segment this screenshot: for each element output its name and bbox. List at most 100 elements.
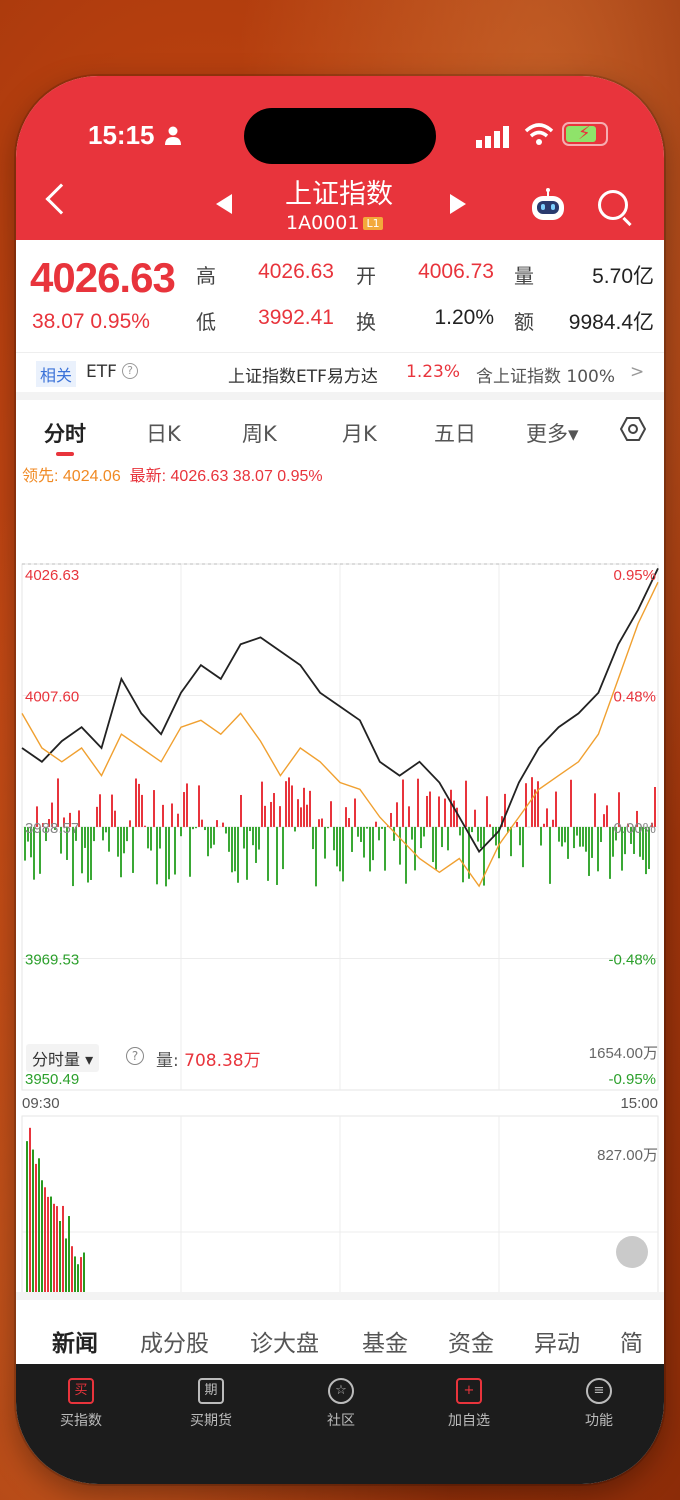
- volume-readout-label: 量:: [156, 1051, 185, 1071]
- y-right-label: -0.95%: [608, 1071, 656, 1088]
- flow-bar: [576, 826, 578, 836]
- flow-bar: [240, 794, 242, 827]
- flow-bar: [171, 803, 173, 827]
- tab-daily-k[interactable]: 日K: [146, 418, 181, 448]
- flow-bar: [318, 819, 320, 827]
- flow-bar: [426, 795, 428, 827]
- flow-bar: [540, 826, 542, 846]
- news-tabs: 新闻 成分股 诊大盘 基金 资金 异动 简况: [16, 1292, 664, 1391]
- settings-icon[interactable]: [620, 416, 646, 442]
- flow-bar: [555, 791, 557, 827]
- volume-help-icon[interactable]: ?: [126, 1047, 144, 1065]
- flow-bar: [453, 800, 455, 827]
- tab-constituents[interactable]: 成分股: [140, 1324, 209, 1358]
- tab-movement[interactable]: 异动: [534, 1324, 580, 1358]
- related-etf-row[interactable]: 相关 ETF ? 上证指数ETF易方达 1.23% 含上证指数 100% >: [16, 352, 664, 392]
- flow-bar: [564, 826, 566, 843]
- flow-bar: [309, 790, 311, 827]
- flow-bar: [279, 806, 281, 827]
- flow-bar: [237, 826, 239, 883]
- flow-bar: [597, 826, 599, 872]
- flow-bar: [408, 806, 410, 827]
- flow-bar: [414, 826, 416, 871]
- flow-bar: [345, 807, 347, 827]
- flow-bar: [579, 826, 581, 847]
- etf-pct: 1.23%: [406, 362, 461, 382]
- flow-bar: [84, 826, 86, 848]
- y-left-label: 3969.53: [25, 952, 79, 969]
- flow-bar: [252, 826, 254, 846]
- flow-bar: [255, 826, 257, 863]
- flow-bar: [396, 802, 398, 827]
- y-right-label: 0.00%: [613, 820, 656, 837]
- quote-panel: 4026.63 38.07 0.95% 高 4026.63 开 4006.73 …: [16, 240, 664, 350]
- tab-monthly-k[interactable]: 月K: [342, 418, 377, 448]
- flow-bar: [567, 826, 569, 859]
- flow-bar: [582, 826, 584, 847]
- flow-bar: [429, 791, 431, 827]
- flow-bar: [321, 818, 323, 827]
- fullscreen-icon[interactable]: [616, 1236, 648, 1268]
- flow-bar: [177, 813, 179, 827]
- search-icon[interactable]: [598, 190, 628, 220]
- flow-bar: [246, 826, 248, 880]
- y-left-label: 3988.57: [25, 820, 79, 837]
- flow-bar: [519, 826, 521, 846]
- back-button[interactable]: [45, 183, 77, 215]
- flow-bar: [189, 826, 191, 877]
- flow-bar: [609, 826, 611, 879]
- low-value: 3992.41: [258, 306, 334, 329]
- tab-five-day[interactable]: 五日: [434, 418, 476, 448]
- flow-bar: [489, 824, 491, 827]
- flow-bar: [354, 798, 356, 827]
- flow-bar: [213, 826, 215, 845]
- flow-bar: [303, 787, 305, 827]
- tab-news[interactable]: 新闻: [52, 1324, 98, 1358]
- flow-bar: [465, 780, 467, 827]
- flow-bar: [195, 826, 197, 829]
- flow-bar: [231, 826, 233, 873]
- flow-bar: [441, 826, 443, 848]
- high-value: 4026.63: [258, 260, 334, 283]
- tab-funds[interactable]: 基金: [362, 1324, 408, 1358]
- tab-diagnosis[interactable]: 诊大盘: [250, 1324, 319, 1358]
- tab-weekly-k[interactable]: 周K: [242, 418, 277, 448]
- battery-icon: ⚡: [562, 122, 608, 146]
- nav-buy-futures[interactable]: 期买期货: [166, 1378, 256, 1430]
- flow-bar: [570, 779, 572, 827]
- latest-value: 最新: 4026.63 38.07 0.95%: [129, 468, 323, 485]
- page-title: 上证指数: [285, 179, 393, 210]
- volume-selector[interactable]: 分时量 ▾: [26, 1044, 100, 1072]
- star-icon: ☆: [328, 1378, 354, 1404]
- nav-buy-index[interactable]: 买买指数: [36, 1378, 126, 1430]
- x-start-label: 09:30: [22, 1095, 60, 1112]
- help-icon[interactable]: ?: [122, 363, 138, 379]
- nav-community[interactable]: ☆ 社区: [296, 1378, 386, 1430]
- flow-bar: [300, 807, 302, 827]
- prev-index-button[interactable]: [216, 194, 232, 214]
- tab-more[interactable]: 更多▾: [526, 418, 579, 448]
- turnover-label: 换: [356, 310, 376, 334]
- tab-capital[interactable]: 资金: [448, 1324, 494, 1358]
- nav-functions[interactable]: ≡ 功能: [554, 1378, 644, 1430]
- flow-bar: [282, 826, 284, 870]
- flow-bar: [330, 801, 332, 827]
- amount-label: 额: [514, 310, 534, 334]
- y-left-label: 4007.60: [25, 689, 79, 706]
- index-code: 1A0001 L1: [286, 212, 383, 234]
- flow-bar: [258, 826, 260, 850]
- intraday-chart[interactable]: 4026.63 0.95% 4007.60 0.48% 3988.57 0.00% 3969…: [16, 460, 664, 1368]
- flow-bar: [474, 809, 476, 827]
- low-label: 低: [196, 310, 216, 334]
- lead-value: 领先: 4024.06: [22, 468, 121, 485]
- next-index-button[interactable]: [450, 194, 466, 214]
- nav-add-watchlist[interactable]: + 加自选: [424, 1378, 514, 1430]
- flow-bar: [312, 826, 314, 850]
- menu-icon: ≡: [586, 1378, 612, 1404]
- chart-grid: [21, 563, 659, 1349]
- flow-bar: [306, 804, 308, 827]
- y-left-label: 3950.49: [25, 1071, 79, 1088]
- flow-bar: [105, 826, 107, 833]
- tab-intraday[interactable]: 分时: [44, 418, 86, 448]
- robot-assistant-icon[interactable]: [528, 188, 568, 222]
